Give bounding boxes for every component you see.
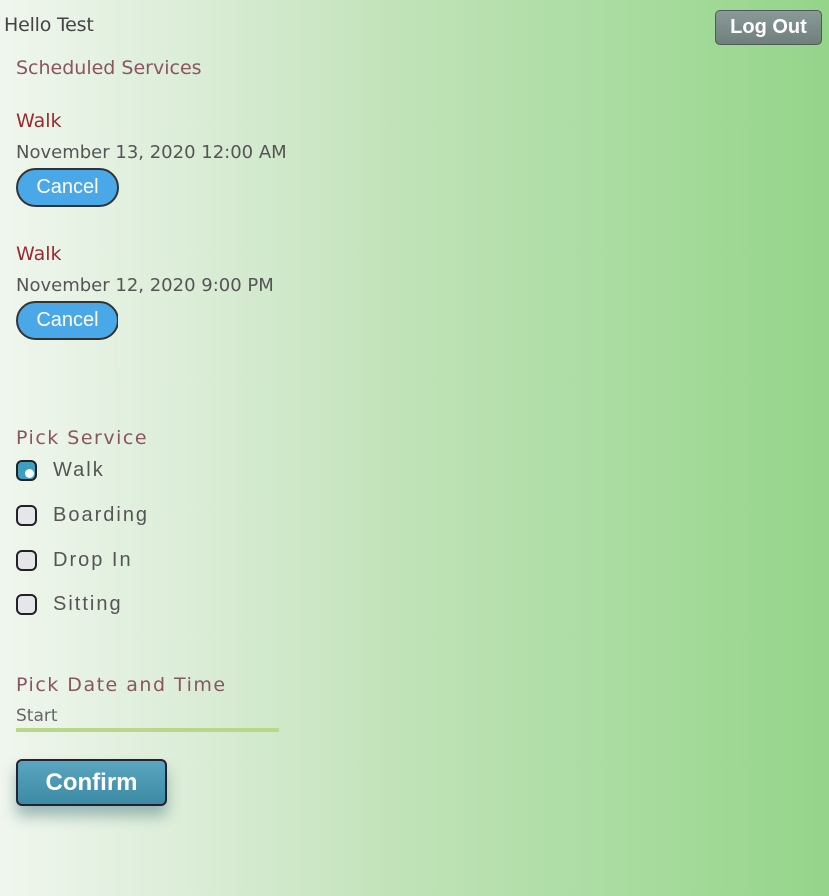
scheduled-service-name: Walk [16, 110, 62, 132]
service-option-label: Boarding [53, 503, 150, 526]
service-option-sitting[interactable]: Sitting [16, 591, 123, 617]
scheduled-service-datetime: November 12, 2020 9:00 PM [16, 275, 274, 296]
radio-unchecked-icon[interactable] [16, 549, 37, 571]
scheduled-services-title: Scheduled Services [16, 57, 202, 79]
pick-service-title: Pick Service [16, 427, 149, 449]
radio-checked-icon[interactable] [16, 459, 37, 481]
confirm-button[interactable]: Confirm [16, 759, 167, 806]
service-option-label: Walk [53, 458, 105, 481]
service-option-drop-in[interactable]: Drop In [16, 547, 133, 573]
service-option-walk[interactable]: Walk [16, 457, 105, 483]
start-datetime-input[interactable] [16, 704, 279, 732]
pick-date-time-title: Pick Date and Time [16, 674, 227, 696]
service-option-boarding[interactable]: Boarding [16, 502, 149, 528]
cancel-button[interactable]: Cancel [16, 301, 119, 340]
scheduled-service-name: Walk [16, 243, 62, 265]
radio-unchecked-icon[interactable] [16, 593, 37, 615]
greeting-text: Hello Test [4, 14, 94, 36]
cancel-button[interactable]: Cancel [16, 168, 119, 207]
logout-button[interactable]: Log Out [715, 10, 822, 45]
radio-unchecked-icon[interactable] [16, 504, 37, 526]
scheduled-service-datetime: November 13, 2020 12:00 AM [16, 142, 287, 163]
divider [118, 300, 119, 366]
service-option-label: Sitting [53, 592, 123, 615]
service-option-label: Drop In [53, 548, 133, 571]
